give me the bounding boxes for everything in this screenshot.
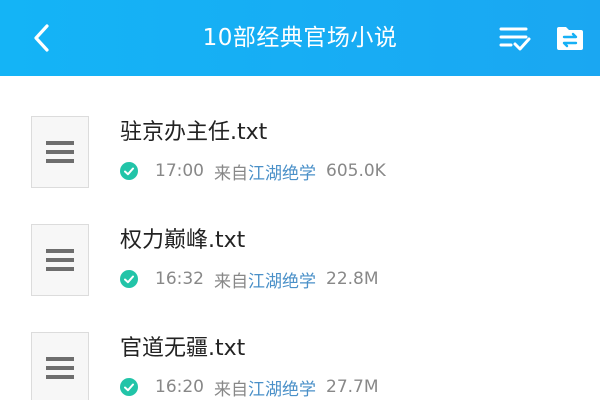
file-meta: 17:00 来自 江湖绝学 605.0K [120, 158, 386, 184]
source-link[interactable]: 江湖绝学 [248, 159, 316, 184]
page-title: 10部经典官场小说 [202, 25, 398, 51]
screen: 10部经典官场小说 驻京办主任.txt 17:00 来自 江湖绝学 605.0K… [0, 0, 600, 400]
folder-transfer-icon [557, 27, 583, 50]
source-prefix: 来自 [214, 271, 248, 292]
source-link[interactable]: 江湖绝学 [248, 267, 316, 292]
file-meta: 16:20 来自 江湖绝学 27.7M [120, 374, 379, 400]
file-thumbnail [31, 224, 89, 296]
chevron-left-icon [34, 24, 49, 52]
file-size: 22.8M [326, 269, 379, 289]
source-prefix: 来自 [214, 379, 248, 400]
file-name: 权力巅峰.txt [120, 228, 246, 253]
file-name: 驻京办主任.txt [120, 120, 268, 145]
file-time: 16:20 [155, 377, 204, 397]
file-name: 官道无疆.txt [120, 336, 246, 361]
file-row[interactable]: 驻京办主任.txt 17:00 来自 江湖绝学 605.0K [0, 76, 600, 188]
top-bar: 10部经典官场小说 [0, 0, 600, 76]
file-row[interactable]: 权力巅峰.txt 16:32 来自 江湖绝学 22.8M [0, 184, 600, 296]
file-thumbnail [31, 116, 89, 188]
multi-select-button[interactable] [496, 20, 534, 56]
source-link[interactable]: 江湖绝学 [248, 375, 316, 400]
check-circle-icon [120, 270, 138, 288]
check-circle-icon [120, 378, 138, 396]
file-time: 16:32 [155, 269, 204, 289]
document-lines-icon [46, 357, 74, 379]
document-lines-icon [46, 249, 74, 271]
file-thumbnail [31, 332, 89, 400]
document-lines-icon [46, 141, 74, 163]
list-check-icon [499, 27, 531, 51]
file-meta: 16:32 来自 江湖绝学 22.8M [120, 266, 379, 292]
check-circle-icon [120, 162, 138, 180]
file-size: 605.0K [326, 161, 386, 181]
file-time: 17:00 [155, 161, 204, 181]
file-row[interactable]: 官道无疆.txt 16:20 来自 江湖绝学 27.7M [0, 292, 600, 400]
source-prefix: 来自 [214, 163, 248, 184]
file-size: 27.7M [326, 377, 379, 397]
folder-button[interactable] [552, 20, 588, 56]
file-list: 驻京办主任.txt 17:00 来自 江湖绝学 605.0K 权力巅峰.txt … [0, 76, 600, 400]
back-button[interactable] [22, 18, 62, 58]
